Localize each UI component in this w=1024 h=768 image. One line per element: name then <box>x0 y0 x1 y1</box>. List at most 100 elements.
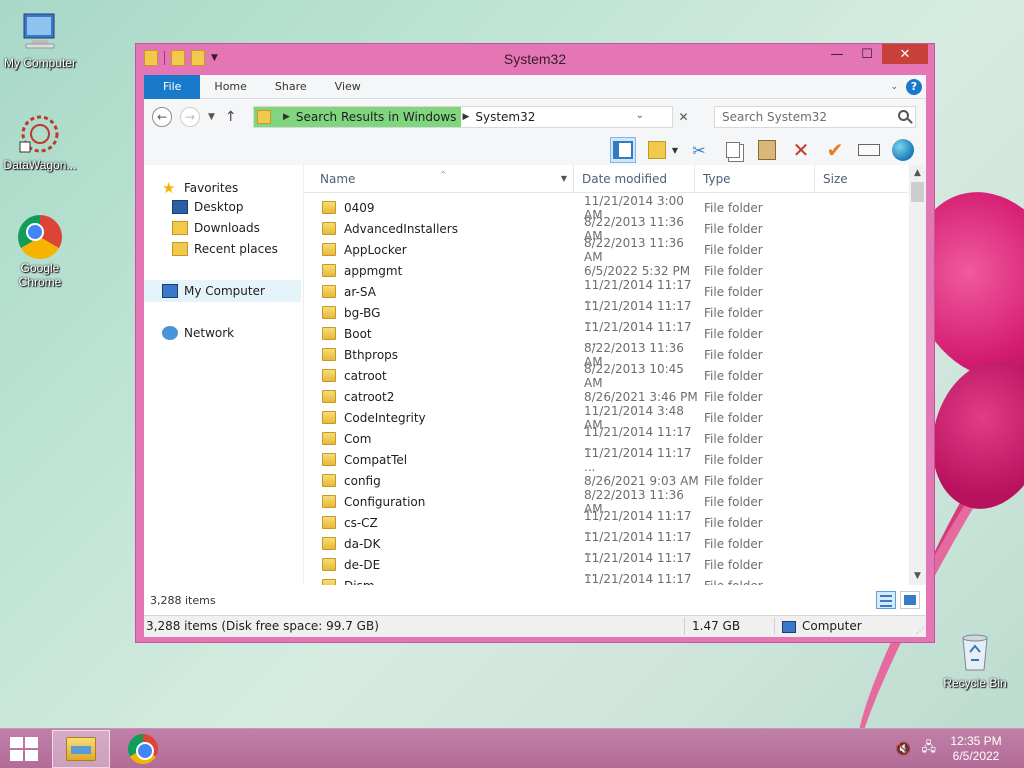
chrome-icon <box>18 215 62 259</box>
folder-icon <box>322 495 336 508</box>
address-bar[interactable]: ▶ Search Results in Windows ▶ System32 ⌄… <box>253 106 689 128</box>
file-date-modified: 8/26/2021 9:03 AM <box>584 473 699 488</box>
desktop-icon-recycle-bin[interactable]: Recycle Bin <box>935 630 1015 690</box>
back-button[interactable]: ← <box>152 107 172 127</box>
forward-button[interactable]: → <box>180 107 200 127</box>
network-icon[interactable]: 🖧 <box>922 738 937 760</box>
computer-icon <box>18 10 62 54</box>
taskbar: 🔇 🖧 12:35 PM 6/5/2022 <box>0 728 1024 768</box>
nav-network[interactable]: Network <box>162 326 234 340</box>
file-type: File folder <box>704 221 763 236</box>
globe-icon <box>892 139 914 161</box>
nav-my-computer[interactable]: My Computer <box>162 284 265 298</box>
globe-button[interactable] <box>890 137 916 163</box>
desktop-icon-google-chrome[interactable]: Google Chrome <box>0 215 80 289</box>
search-icon[interactable] <box>898 110 909 121</box>
clock-date: 6/5/2022 <box>952 749 1000 763</box>
chevron-down-icon[interactable]: ▼ <box>672 146 678 155</box>
stop-search-button[interactable]: ✕ <box>672 107 694 127</box>
rename-button[interactable] <box>856 137 882 163</box>
folder-icon <box>322 243 336 256</box>
breadcrumb-system32[interactable]: System32 <box>475 110 535 124</box>
help-icon[interactable]: ? <box>906 78 922 95</box>
folder-icon <box>322 411 336 424</box>
tab-view[interactable]: View <box>321 75 375 99</box>
desktop-icon-label: Recycle Bin <box>943 676 1007 690</box>
recycle-bin-icon <box>953 630 997 674</box>
chevron-right-icon[interactable]: ▶ <box>283 112 290 122</box>
resize-grip-icon[interactable]: ⋰ <box>916 626 924 635</box>
file-name: CompatTel <box>344 452 408 467</box>
network-icon <box>162 326 178 340</box>
column-header-size[interactable]: Size <box>815 165 895 193</box>
volume-muted-icon[interactable]: 🔇 <box>895 742 911 757</box>
folder-icon <box>322 285 336 298</box>
address-row: ← → ▼ ↑ ▶ Search Results in Windows ▶ Sy… <box>144 99 926 135</box>
folder-icon <box>322 516 336 529</box>
folder-icon <box>322 390 336 403</box>
clock[interactable]: 12:35 PM 6/5/2022 <box>946 734 1006 764</box>
table-row[interactable]: AppLocker 8/22/2013 11:36 AM File folder <box>304 236 908 264</box>
file-type: File folder <box>704 326 763 341</box>
breadcrumb-search-results[interactable]: Search Results in Windows <box>296 110 457 124</box>
desktop-icon-label: My Computer <box>3 56 77 70</box>
close-button[interactable]: ✕ <box>882 44 928 64</box>
cut-button[interactable]: ✂ <box>686 137 712 163</box>
window-title: System32 <box>503 51 567 67</box>
nav-recent-places[interactable]: Recent places <box>172 242 278 256</box>
column-header-date-modified[interactable]: Date modified <box>574 165 695 193</box>
column-header-type[interactable]: Type <box>695 165 815 193</box>
column-header-name[interactable]: Name ^ ▼ <box>304 165 574 193</box>
nav-desktop[interactable]: Desktop <box>172 200 244 214</box>
file-type: File folder <box>704 200 763 215</box>
file-name: Bthprops <box>344 347 399 362</box>
minimize-button[interactable]: — <box>822 44 852 64</box>
tab-file[interactable]: File <box>144 74 201 99</box>
vertical-scrollbar[interactable]: ▲ ▼ <box>909 165 926 585</box>
properties-button[interactable] <box>644 137 670 163</box>
chevron-down-icon[interactable]: ⌄ <box>890 82 898 92</box>
folder-icon <box>322 369 336 382</box>
taskbar-file-explorer[interactable] <box>52 730 110 768</box>
chevron-right-icon[interactable]: ▶ <box>462 112 469 122</box>
title-bar[interactable]: ▼ System32 — ☐ ✕ <box>136 44 934 74</box>
scroll-thumb[interactable] <box>911 182 924 202</box>
desktop-icon-datawagon[interactable]: DataWagon... <box>0 112 80 172</box>
copy-icon <box>726 142 740 158</box>
delete-button[interactable]: ✕ <box>788 137 814 163</box>
nav-label: Downloads <box>194 221 260 235</box>
tab-home[interactable]: Home <box>200 75 260 99</box>
select-button[interactable]: ✔ <box>822 137 848 163</box>
desktop-icon-label: DataWagon... <box>3 158 77 172</box>
chevron-down-icon[interactable]: ▼ <box>561 165 567 193</box>
details-view-button[interactable] <box>876 591 896 609</box>
navigation-pane-button[interactable] <box>609 137 636 163</box>
file-name: catroot2 <box>344 389 395 404</box>
nav-favorites[interactable]: ★ Favorites <box>162 179 238 197</box>
nav-downloads[interactable]: Downloads <box>172 221 260 235</box>
scissors-icon: ✂ <box>692 140 706 160</box>
search-box[interactable] <box>714 106 916 128</box>
table-row[interactable]: catroot 8/22/2013 10:45 AM File folder <box>304 362 908 390</box>
toolbar: ▼ ✂ ✕ ✔ <box>144 135 926 165</box>
chevron-down-icon[interactable]: ⌄ <box>636 110 644 121</box>
file-date-modified: 8/22/2013 10:45 AM <box>584 361 684 390</box>
file-name: Configuration <box>344 494 426 509</box>
start-button[interactable] <box>10 737 38 761</box>
large-icons-view-button[interactable] <box>900 591 920 609</box>
copy-button[interactable] <box>720 137 746 163</box>
up-button[interactable]: ↑ <box>225 109 237 125</box>
taskbar-google-chrome[interactable] <box>114 730 172 768</box>
search-input[interactable] <box>722 110 892 124</box>
divider <box>684 618 685 635</box>
table-row[interactable]: CompatTel 11/21/2014 11:17 ... File folder <box>304 446 908 474</box>
scroll-down-icon[interactable]: ▼ <box>909 568 926 585</box>
scroll-up-icon[interactable]: ▲ <box>909 165 926 182</box>
maximize-button[interactable]: ☐ <box>852 44 882 64</box>
nav-label: Favorites <box>184 181 239 195</box>
table-row[interactable]: Dism11/21/2014 11:17 ... File folder <box>304 572 908 585</box>
desktop-icon-my-computer[interactable]: My Computer <box>0 10 80 70</box>
tab-share[interactable]: Share <box>261 75 321 99</box>
recent-locations-button[interactable]: ▼ <box>208 112 215 122</box>
paste-button[interactable] <box>754 137 780 163</box>
